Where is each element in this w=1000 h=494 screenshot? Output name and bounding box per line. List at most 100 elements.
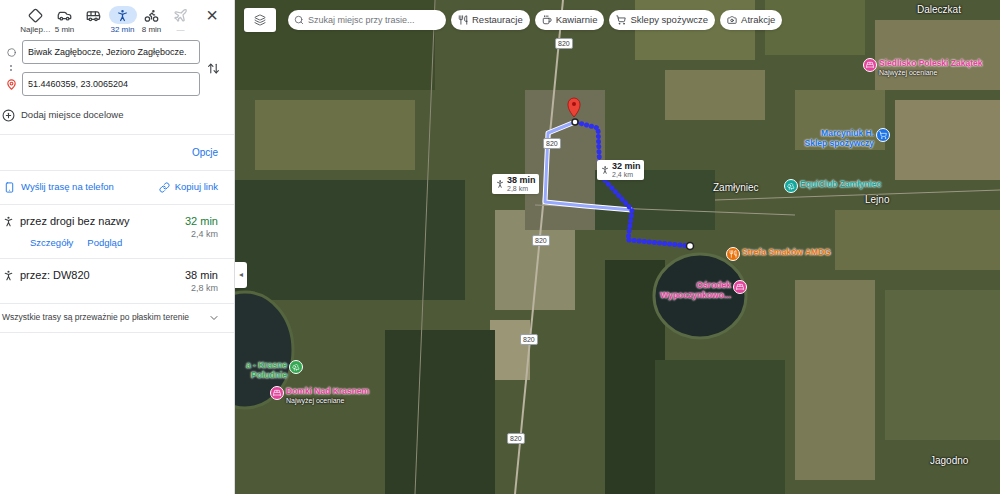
search-icon	[294, 15, 304, 25]
road-shield: 820	[543, 138, 561, 149]
route-action[interactable]: Podgląd	[87, 237, 122, 249]
close-button[interactable]: ×	[206, 6, 222, 24]
road-shield: 820	[507, 433, 525, 444]
waypoints: Biwak Zagłębocze, Jezioro Zagłębocze. 51.…	[0, 40, 234, 96]
share-row: Wyślij trasę na telefon Kopiuj link	[0, 171, 234, 203]
place-label[interactable]: Lejno	[865, 194, 889, 206]
poi-name: EquiClub Zamłyniec	[800, 179, 881, 189]
poi[interactable]: Domki Nad KrasnemNajwyżej oceniane	[270, 386, 369, 405]
route-callout[interactable]: 38 min2,8 km	[492, 174, 539, 194]
poi[interactable]: OśrodekWypoczynkowo...	[660, 280, 747, 300]
separator	[0, 303, 234, 304]
end-marker	[572, 119, 578, 125]
hotel-icon	[273, 389, 281, 397]
category-chip[interactable]: Restauracje	[451, 10, 530, 30]
route-option[interactable]: przez: DW820 38 min2,8 km	[0, 259, 234, 303]
poi[interactable]: Strefa Smaków AMDG	[726, 247, 831, 261]
route-distance-row: 2,8 km	[20, 282, 232, 294]
swap-icon	[207, 62, 220, 75]
terrain-note[interactable]: Wszystkie trasy są przeważnie po płaskim…	[0, 304, 234, 332]
route-distance: 2,4 km	[191, 228, 218, 240]
destination-row: 51.4460359, 23.0065204	[0, 72, 200, 96]
travel-mode[interactable]: Najlep…	[21, 6, 50, 35]
poi-name: Sklep spożywczy	[805, 138, 874, 148]
travel-mode-badge	[138, 6, 166, 24]
maps-directions-app: Najlep…5 min 32 min8 min — × Biwak Zagłębocz…	[0, 0, 1000, 494]
attraction-icon	[727, 15, 737, 25]
travel-mode[interactable]	[79, 6, 108, 24]
poi-rating: Najwyżej oceniane	[286, 396, 369, 405]
route-line-selected[interactable]	[575, 122, 690, 246]
chevron-down-icon	[208, 312, 220, 324]
poi[interactable]: Marcyniuk H.Sklep spożywczy	[805, 128, 890, 148]
route-option[interactable]: przez drogi bez nazwy32 min2,4 kmSzczegó…	[0, 205, 234, 258]
callout-text: 32 min2,4 km	[612, 161, 641, 179]
separator	[0, 134, 234, 135]
collapse-panel-button[interactable]: ◂	[235, 262, 247, 288]
poi[interactable]: a - KrasnePołudnie	[246, 360, 303, 380]
park-icon	[292, 363, 300, 371]
copy-link[interactable]: Kopiuj link	[159, 180, 230, 194]
separator	[0, 332, 234, 333]
road-shield: 820	[532, 235, 550, 246]
route-time: 38 min	[185, 268, 218, 282]
poi-name: Strefa Smaków AMDG	[742, 247, 831, 257]
travel-mode-badge	[22, 6, 50, 24]
separator	[0, 204, 234, 205]
place-label[interactable]: Daleczkat	[917, 4, 961, 16]
walk-icon	[600, 165, 610, 175]
origin-field[interactable]: Biwak Zagłębocze, Jezioro Zagłębocze.	[22, 40, 200, 64]
travel-mode[interactable]: 8 min	[137, 6, 166, 35]
route-via: przez: DW820	[20, 268, 90, 282]
options-button[interactable]: Opcje	[192, 145, 218, 160]
travel-mode-label: —	[177, 25, 185, 35]
category-chip[interactable]: Sklepy spożywcze	[609, 10, 715, 30]
travel-mode[interactable]: —	[166, 6, 195, 35]
map-type-button[interactable]	[244, 8, 276, 32]
poi-name: a - Krasne	[246, 360, 287, 370]
category-chip[interactable]: Atrakcje	[720, 10, 782, 30]
place-label[interactable]: Zamłyniec	[713, 182, 759, 194]
poi-marker	[270, 386, 284, 400]
travel-mode[interactable]: 5 min	[50, 6, 79, 35]
send-to-phone[interactable]: Wyślij trasę na telefon	[4, 180, 114, 194]
place-label[interactable]: Jagodno	[930, 455, 968, 467]
add-destination[interactable]: Dodaj miejsce docelowe	[0, 96, 234, 134]
separator	[0, 170, 234, 171]
swap-button[interactable]	[200, 62, 226, 75]
bike-icon	[144, 8, 159, 23]
category-chip[interactable]: Kawiarnie	[535, 10, 605, 30]
destination-field[interactable]: 51.4460359, 23.0065204	[22, 72, 200, 96]
poi-marker	[784, 179, 798, 193]
route-action[interactable]: Szczegóły	[30, 237, 73, 249]
travel-mode[interactable]: 32 min	[108, 6, 137, 35]
start-marker	[687, 243, 694, 250]
route-callout[interactable]: 32 min2,4 km	[597, 160, 644, 180]
car-icon	[57, 8, 72, 23]
destination-pin-icon	[568, 98, 580, 117]
shop-icon	[879, 131, 887, 139]
travel-modes: Najlep…5 min 32 min8 min — ×	[0, 0, 234, 40]
poi-name: Wypoczynkowo...	[660, 290, 731, 300]
directions-panel: Najlep…5 min 32 min8 min — × Biwak Zagłębocz…	[0, 0, 235, 494]
chip-label: Restauracje	[472, 14, 523, 26]
poi-text: OśrodekWypoczynkowo...	[660, 280, 731, 300]
origin-circle-icon	[7, 48, 16, 57]
poi[interactable]: EquiClub Zamłyniec	[784, 179, 881, 193]
plane-icon	[173, 8, 188, 23]
map[interactable]: 32 min2,4 km38 min2,8 km820820820820820D…	[235, 0, 1000, 494]
route-search-field[interactable]: Szukaj miejsc przy trasie...	[288, 10, 446, 30]
poi-name: Ośrodek	[697, 280, 732, 290]
leisure-icon	[787, 182, 795, 190]
route-body: przez drogi bez nazwy32 min2,4 kmSzczegó…	[20, 214, 232, 249]
link-icon	[159, 182, 170, 193]
poi-marker	[726, 247, 740, 261]
poi-name: Marcyniuk H.	[821, 128, 874, 138]
walk-icon	[2, 215, 15, 228]
grocery-icon	[616, 15, 626, 25]
poi[interactable]: Siedlisko Poleski ZakątekNajwyżej ocenia…	[863, 58, 982, 77]
add-destination-label: Dodaj miejsce docelowe	[21, 108, 123, 122]
destination-pin-icon	[6, 79, 17, 90]
waypoint-fields: Biwak Zagłębocze, Jezioro Zagłębocze. 51.…	[0, 40, 200, 96]
poi-text: Domki Nad KrasnemNajwyżej oceniane	[286, 386, 369, 405]
